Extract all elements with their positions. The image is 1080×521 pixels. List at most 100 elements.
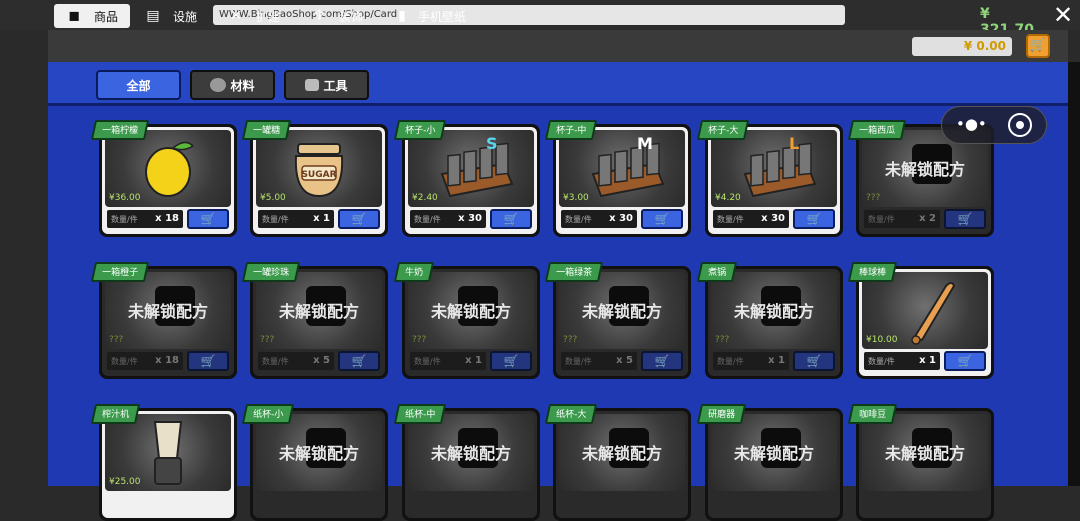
add-to-cart-button[interactable]: 🛒 [338, 351, 380, 371]
locked-text: 未解锁配方 [430, 302, 511, 321]
product-price: ??? [109, 335, 124, 345]
product-card[interactable]: 未解锁配方 纸杯-大 [544, 404, 691, 521]
add-to-cart-button[interactable]: 🛒 [641, 351, 683, 371]
add-to-cart-button[interactable]: 🛒 [793, 351, 835, 371]
product-name-tag: 一箱橙子 [90, 262, 150, 282]
product-price: ¥3.00 [563, 193, 589, 203]
product-name-tag: 一箱西瓜 [847, 120, 907, 140]
product-card[interactable]: 一箱柠檬 ¥36.00 数量/件 x 18 🛒 [90, 120, 237, 237]
tab-goods[interactable]: ◼ 商品 [54, 4, 131, 28]
cart-icon: 🛒 [957, 354, 973, 368]
quantity-box: 数量/件 x 1 [864, 352, 940, 370]
quantity-value: x 30 [761, 213, 785, 224]
quantity-box: 数量/件 x 5 [561, 352, 637, 370]
mini-program-capsule[interactable]: •●• [941, 106, 1047, 144]
tab-decoration-label: 装饰 [339, 9, 364, 24]
add-to-cart-button[interactable]: 🛒 [944, 209, 986, 229]
product-card[interactable]: 未解锁配方 研磨器 [696, 404, 843, 521]
more-icon[interactable]: •●• [956, 115, 987, 133]
locked-text: 未解锁配方 [581, 302, 662, 321]
product-card[interactable]: SUGAR 一罐糖 ¥5.00 数量/件 x 1 🛒 [241, 120, 388, 237]
quantity-label: 数量/件 [868, 357, 895, 366]
tab-decoration[interactable]: ♆ 装饰 [311, 4, 363, 28]
add-to-cart-button[interactable]: 🛒 [338, 209, 380, 229]
product-card[interactable]: 未解锁配方 一箱绿茶??? 数量/件 x 5 🛒 [544, 262, 691, 379]
quantity-box: 数量/件 x 2 [864, 210, 940, 228]
tab-wallpaper-label: 手机壁纸 [418, 9, 467, 24]
size-mark: L [789, 134, 800, 153]
product-name: 一罐糖 [253, 126, 281, 136]
filter-tools[interactable]: 工具 [284, 70, 369, 100]
product-name-tag: 纸杯-大 [544, 404, 598, 424]
product-name-tag: 杯子-大 [696, 120, 750, 140]
product-card[interactable]: L 杯子-大 ¥4.20 数量/件 x 30 🛒 [696, 120, 843, 237]
product-name: 一箱橙子 [102, 268, 139, 278]
product-card[interactable]: 未解锁配方 纸杯-小 [241, 404, 388, 521]
product-card[interactable]: 未解锁配方 煮锅??? 数量/件 x 1 🛒 [696, 262, 843, 379]
quantity-value: x 1 [768, 355, 785, 366]
close-icon[interactable]: ✕ [1050, 2, 1076, 28]
product-card[interactable]: 未解锁配方 咖啡豆 [847, 404, 994, 521]
exit-icon[interactable] [1008, 113, 1032, 137]
add-to-cart-button[interactable]: 🛒 [490, 209, 532, 229]
product-price: ??? [563, 335, 578, 345]
add-to-cart-button[interactable]: 🛒 [944, 351, 986, 371]
tab-wallpaper[interactable]: ▮ 手机壁纸 [394, 4, 466, 28]
product-name-tag: 一箱柠檬 [90, 120, 150, 140]
quantity-label: 数量/件 [262, 215, 289, 224]
product-name: 杯子-中 [556, 126, 587, 136]
product-card[interactable]: 榨汁机 ¥25.00 [90, 404, 237, 521]
filter-tools-label: 工具 [323, 78, 348, 93]
product-card[interactable]: 未解锁配方 一箱橙子??? 数量/件 x 18 🛒 [90, 262, 237, 379]
quantity-label: 数量/件 [717, 357, 744, 366]
tab-expand[interactable]: ✕ 扩建 [228, 4, 280, 28]
cart-button[interactable]: 🛒 [1026, 34, 1050, 58]
product-card[interactable]: 未解锁配方 纸杯-中 [393, 404, 540, 521]
material-icon [210, 78, 227, 92]
product-name-tag: 研磨器 [696, 404, 747, 424]
add-to-cart-button[interactable]: 🛒 [187, 209, 229, 229]
locked-text: 未解锁配方 [884, 444, 965, 463]
filter-materials[interactable]: 材料 [190, 70, 275, 100]
quantity-box: 数量/件 x 18 [107, 352, 183, 370]
product-price: ??? [412, 335, 427, 345]
add-to-cart-button[interactable]: 🛒 [490, 351, 532, 371]
product-card[interactable]: 未解锁配方 一罐珍珠??? 数量/件 x 5 🛒 [241, 262, 388, 379]
filter-all[interactable]: 全部 [96, 70, 181, 100]
product-card[interactable]: S 杯子-小 ¥2.40 数量/件 x 30 🛒 [393, 120, 540, 237]
product-name-tag: 纸杯-中 [393, 404, 447, 424]
product-name-tag: 一罐珍珠 [241, 262, 301, 282]
box-icon: ◼ [68, 8, 80, 24]
locked-text: 未解锁配方 [278, 302, 359, 321]
quantity-box: 数量/件 x 18 [107, 210, 183, 228]
tools-icon: ✕ [230, 8, 242, 24]
product-name: 煮锅 [708, 268, 727, 278]
quantity-label: 数量/件 [868, 215, 895, 224]
product-name: 纸杯-中 [405, 410, 436, 420]
product-price: ¥10.00 [866, 335, 898, 345]
product-name: 杯子-大 [708, 126, 739, 136]
locked-text: 未解锁配方 [884, 160, 965, 179]
product-name-tag: 杯子-中 [544, 120, 598, 140]
product-price: ??? [715, 335, 730, 345]
product-name-tag: 棒球棒 [847, 262, 898, 282]
url-bar[interactable]: WWW.BingBaoShop.com/Shop/Card [213, 5, 845, 25]
quantity-value: x 30 [609, 213, 633, 224]
tab-facilities-label: 设施 [173, 9, 198, 24]
add-to-cart-button[interactable]: 🛒 [187, 351, 229, 371]
add-to-cart-button[interactable]: 🛒 [641, 209, 683, 229]
product-name: 牛奶 [405, 268, 424, 278]
tab-facilities[interactable]: ▤ 设施 [145, 4, 197, 28]
cart-icon: 🛒 [806, 212, 822, 226]
cart-icon: 🛒 [200, 212, 216, 226]
locked-text: 未解锁配方 [127, 302, 208, 321]
add-to-cart-button[interactable]: 🛒 [793, 209, 835, 229]
quantity-box: 数量/件 x 1 [258, 210, 334, 228]
product-card[interactable]: 棒球棒 ¥10.00 数量/件 x 1 🛒 [847, 262, 994, 379]
product-card[interactable]: 未解锁配方 牛奶??? 数量/件 x 1 🛒 [393, 262, 540, 379]
locked-text: 未解锁配方 [581, 444, 662, 463]
quantity-value: x 1 [465, 355, 482, 366]
product-price: ¥5.00 [260, 193, 286, 203]
product-name: 杯子-小 [405, 126, 436, 136]
product-card[interactable]: M 杯子-中 ¥3.00 数量/件 x 30 🛒 [544, 120, 691, 237]
